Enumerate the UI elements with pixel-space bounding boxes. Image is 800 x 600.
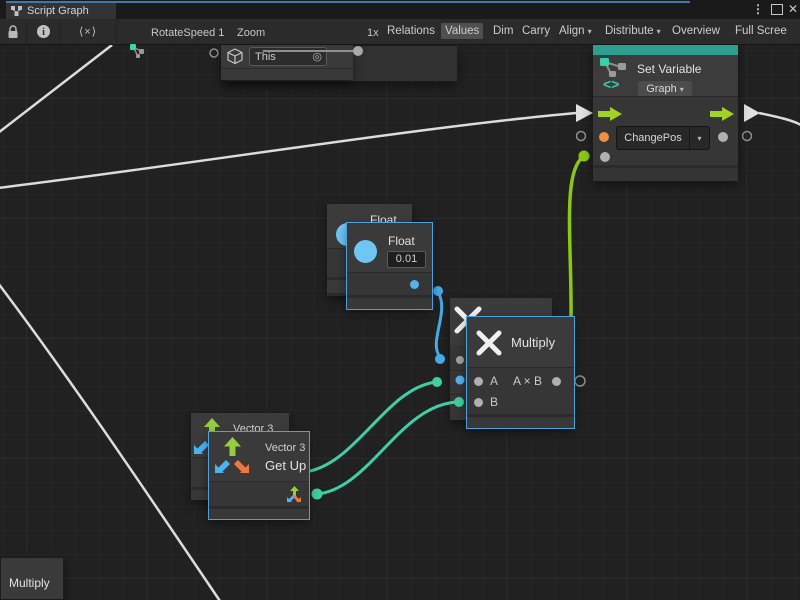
- node-title: Multiply: [511, 335, 555, 350]
- values-button[interactable]: Values: [441, 23, 483, 39]
- lock-button[interactable]: [0, 19, 27, 44]
- port-label-a: A: [490, 374, 498, 388]
- input-port-b[interactable]: [474, 398, 483, 407]
- fullscreen-button[interactable]: Full Scree: [731, 23, 791, 39]
- zoom-label: Zoom: [237, 27, 265, 39]
- script-graph-window: Float Vector 3: [0, 0, 800, 600]
- lock-icon: [5, 24, 21, 40]
- vector3-downleft-arrow-icon: [194, 438, 210, 454]
- tab-bar: Script Graph ⋮ ✕: [0, 0, 800, 19]
- chevron-down-icon: ▾: [697, 134, 701, 143]
- script-graph-icon: [11, 6, 22, 16]
- port-label-axb: A × B: [513, 374, 542, 388]
- close-icon[interactable]: ✕: [786, 2, 800, 17]
- svg-text:<>: <>: [603, 76, 619, 92]
- set-variable-icon: <>: [597, 56, 631, 92]
- output-port[interactable]: [718, 132, 728, 142]
- node-title: Float: [388, 234, 415, 248]
- info-icon: i: [36, 24, 51, 39]
- variable-input-port[interactable]: [599, 132, 609, 142]
- dim-button[interactable]: Dim: [489, 23, 517, 39]
- relations-button[interactable]: Relations: [383, 23, 439, 39]
- vector3-downright-arrow-icon: [233, 457, 249, 473]
- graph-breadcrumb-icon: [129, 42, 147, 60]
- tab-label: Script Graph: [27, 5, 89, 17]
- float-value-input[interactable]: 0.01: [387, 251, 426, 268]
- float-node[interactable]: Float 0.01: [347, 223, 432, 309]
- chevron-down-icon: ▾: [657, 27, 661, 36]
- vector3-up-arrow-icon: [223, 437, 242, 456]
- set-variable-node[interactable]: <> Set Variable Graph ▾ ChangePos ▾: [593, 44, 738, 181]
- gameobject-field-value: This: [250, 51, 312, 63]
- vector3-downleft-arrow-icon: [215, 457, 231, 473]
- input-port-a[interactable]: [474, 377, 483, 386]
- vector3-output-port-icon[interactable]: [286, 486, 302, 503]
- chevron-down-icon: ▾: [588, 27, 592, 36]
- value-input-port[interactable]: [600, 152, 610, 162]
- float-icon: [354, 240, 377, 263]
- variable-name-dropdown-arrow[interactable]: ▾: [689, 126, 710, 150]
- align-button[interactable]: Align▾: [555, 23, 596, 39]
- gameobject-cube-icon: [227, 48, 243, 65]
- multiply-node[interactable]: Multiply A A × B B: [467, 317, 574, 428]
- tab-script-graph[interactable]: Script Graph: [6, 3, 116, 19]
- code-icon: ⟨×⟩: [79, 25, 97, 38]
- multiply-corner-node[interactable]: Multiply: [0, 557, 64, 600]
- variable-kind-bar: [593, 44, 738, 55]
- distribute-button[interactable]: Distribute▾: [601, 23, 665, 39]
- node-title: Multiply: [9, 576, 50, 590]
- float-output-port[interactable]: [410, 280, 419, 289]
- zoom-slider-handle[interactable]: [353, 46, 363, 56]
- kebab-menu-icon[interactable]: ⋮: [751, 2, 765, 17]
- get-up-node[interactable]: Vector 3 Get Up: [209, 432, 309, 519]
- code-view-button[interactable]: ⟨×⟩: [60, 19, 117, 44]
- port-label-b: B: [490, 395, 498, 409]
- node-subtitle: Get Up: [265, 458, 306, 473]
- zoom-slider[interactable]: [263, 50, 358, 52]
- carry-button[interactable]: Carry: [518, 23, 554, 39]
- graph-toolbar: i ⟨×⟩ RotateSpeed 1 Zoom 1x Relations Va…: [0, 19, 800, 45]
- overview-button[interactable]: Overview: [668, 23, 724, 39]
- breadcrumb-graph-name[interactable]: RotateSpeed 1: [151, 27, 224, 39]
- multiply-icon: [475, 329, 503, 357]
- node-title: Vector 3: [265, 442, 305, 454]
- chevron-down-icon: ▾: [680, 85, 684, 94]
- node-title: Set Variable: [637, 62, 701, 76]
- control-in-arrow-icon[interactable]: [598, 107, 622, 121]
- zoom-value: 1x: [367, 27, 379, 39]
- info-button[interactable]: i: [26, 19, 61, 44]
- maximize-icon[interactable]: [769, 2, 785, 19]
- variable-name-dropdown[interactable]: ChangePos: [616, 126, 690, 150]
- control-out-arrow-icon[interactable]: [710, 107, 734, 121]
- output-port[interactable]: [552, 377, 561, 386]
- svg-text:i: i: [42, 27, 45, 38]
